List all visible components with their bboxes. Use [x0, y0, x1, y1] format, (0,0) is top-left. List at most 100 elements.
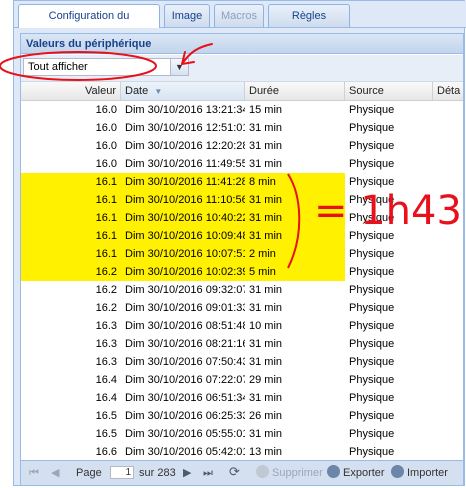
- cell-date: Dim 30/10/2016 06:51:34: [125, 392, 245, 404]
- cell-duration: 26 min: [249, 410, 283, 422]
- table-row[interactable]: 16.1 Dim 30/10/2016 10:40:22 31 min Physiqu…: [21, 209, 463, 227]
- table-row[interactable]: 16.3 Dim 30/10/2016 08:21:16 31 min Physiqu…: [21, 335, 463, 353]
- tab-associated-rules[interactable]: Règles associées: [268, 4, 350, 44]
- cell-duration: 31 min: [249, 338, 283, 350]
- tab-device-configuration[interactable]: Configuration du périphérique: [18, 4, 160, 44]
- page-number-input[interactable]: 1: [110, 466, 134, 479]
- table-row[interactable]: 16.0 Dim 30/10/2016 11:49:55 31 min Physiqu…: [21, 155, 463, 173]
- column-header-details[interactable]: Déta: [433, 82, 463, 100]
- table-row[interactable]: 16.4 Dim 30/10/2016 07:22:07 29 min Physiqu…: [21, 371, 463, 389]
- device-values-panel: Valeurs du périphérique Tout afficher ▼ …: [20, 33, 464, 485]
- cell-value: 16.2: [95, 302, 117, 314]
- cell-value: 16.1: [21, 191, 121, 209]
- cell-date: Dim 30/10/2016 07:22:07: [125, 374, 245, 386]
- table-row[interactable]: 16.0 Dim 30/10/2016 12:20:28 31 min Physiqu…: [21, 137, 463, 155]
- table-row[interactable]: 16.6 Dim 30/10/2016 05:42:01 13 min Physiqu…: [21, 443, 463, 460]
- cell-value: 16.3: [95, 320, 117, 332]
- cell-duration: 29 min: [249, 374, 283, 386]
- first-page-icon[interactable]: ⏮: [29, 465, 39, 481]
- filter-toolbar: Tout afficher ▼: [21, 55, 463, 82]
- cell-duration: 31 min: [249, 302, 283, 314]
- column-header-date-label: Date: [125, 85, 149, 97]
- previous-page-icon[interactable]: ◀: [51, 465, 59, 481]
- delete-label: Supprimer: [272, 467, 323, 479]
- filter-select[interactable]: Tout afficher ▼: [23, 58, 189, 76]
- cloud-import-icon: [391, 465, 404, 478]
- cell-duration: 31 min: [249, 284, 283, 296]
- cell-date: Dim 30/10/2016 10:40:22: [121, 209, 245, 227]
- cell-value: 16.3: [95, 356, 117, 368]
- table-row[interactable]: 16.3 Dim 30/10/2016 08:51:48 10 min Physiqu…: [21, 317, 463, 335]
- table-row[interactable]: 16.0 Dim 30/10/2016 12:51:01 31 min Physiqu…: [21, 119, 463, 137]
- cell-duration: 31 min: [249, 392, 283, 404]
- delete-icon: [256, 465, 269, 478]
- cell-date: Dim 30/10/2016 09:32:07: [125, 284, 245, 296]
- cell-value: 16.3: [95, 338, 117, 350]
- cell-value: 16.2: [95, 284, 117, 296]
- column-header-value[interactable]: Valeur: [21, 82, 121, 100]
- tab-image[interactable]: Image: [164, 4, 210, 27]
- cell-duration: 10 min: [249, 320, 283, 332]
- table-row[interactable]: 16.5 Dim 30/10/2016 06:25:33 26 min Physiqu…: [21, 407, 463, 425]
- table-row[interactable]: 16.2 Dim 30/10/2016 09:32:07 31 min Physiqu…: [21, 281, 463, 299]
- export-button[interactable]: Exporter: [327, 465, 385, 481]
- cell-source: Physique: [349, 320, 395, 332]
- last-page-icon[interactable]: ⏭: [203, 465, 213, 481]
- table-row[interactable]: 16.1 Dim 30/10/2016 11:10:56 31 min Physiqu…: [21, 191, 463, 209]
- table-row[interactable]: 16.1 Dim 30/10/2016 10:07:51 2 min Physique: [21, 245, 463, 263]
- cell-duration: 31 min: [249, 122, 283, 134]
- cell-source: Physique: [349, 140, 395, 152]
- refresh-icon[interactable]: ⟳: [229, 464, 240, 480]
- cell-date: Dim 30/10/2016 09:01:33: [125, 302, 245, 314]
- cell-duration: 13 min: [249, 446, 283, 458]
- cell-source: Physique: [349, 392, 395, 404]
- grid-header: Valeur Date ▼ Durée Source Déta: [21, 82, 463, 101]
- cell-value: 16.4: [95, 392, 117, 404]
- page-label: Page: [76, 467, 102, 479]
- cell-source: Physique: [349, 410, 395, 422]
- cell-source: Physique: [349, 338, 395, 350]
- table-row[interactable]: 16.2 Dim 30/10/2016 10:02:39 5 min Physique: [21, 263, 463, 281]
- cell-date: Dim 30/10/2016 07:50:43: [125, 356, 245, 368]
- cell-source: Physique: [349, 122, 395, 134]
- cell-duration: 31 min: [249, 356, 283, 368]
- cell-source: Physique: [349, 284, 395, 296]
- chevron-down-icon[interactable]: ▼: [170, 59, 188, 75]
- cell-value: 16.1: [21, 227, 121, 245]
- table-row[interactable]: 16.2 Dim 30/10/2016 09:01:33 31 min Physiqu…: [21, 299, 463, 317]
- import-label: Importer: [407, 467, 448, 479]
- cell-date: Dim 30/10/2016 05:55:01: [125, 428, 245, 440]
- cell-duration: 31 min: [245, 191, 345, 209]
- cell-duration: 31 min: [249, 158, 283, 170]
- column-header-duration[interactable]: Durée: [245, 82, 345, 100]
- cell-duration: 31 min: [249, 428, 283, 440]
- cell-source: Physique: [349, 302, 395, 314]
- grid-body: 16.0 Dim 30/10/2016 13:21:34 15 min Physiqu…: [21, 101, 463, 460]
- page-count: sur 283: [139, 467, 176, 479]
- cell-source: Physique: [349, 266, 395, 278]
- cell-source: Physique: [349, 374, 395, 386]
- cell-source: Physique: [349, 176, 395, 188]
- tab-bar: Configuration du périphérique Image Macr…: [14, 1, 466, 44]
- table-row[interactable]: 16.5 Dim 30/10/2016 05:55:01 31 min Physiqu…: [21, 425, 463, 443]
- cell-value: 16.4: [95, 374, 117, 386]
- next-page-icon[interactable]: ▶: [183, 465, 191, 481]
- cell-date: Dim 30/10/2016 11:10:56: [121, 191, 245, 209]
- device-window: Configuration du périphérique Image Macr…: [13, 0, 466, 486]
- column-header-date[interactable]: Date ▼: [121, 82, 245, 100]
- tab-macros[interactable]: Macros: [214, 4, 264, 27]
- cell-value: 16.2: [21, 263, 121, 281]
- table-row[interactable]: 16.1 Dim 30/10/2016 11:41:28 8 min Physique: [21, 173, 463, 191]
- delete-button[interactable]: Supprimer: [256, 465, 323, 481]
- table-row[interactable]: 16.3 Dim 30/10/2016 07:50:43 31 min Physiqu…: [21, 353, 463, 371]
- cell-source: Physique: [349, 356, 395, 368]
- cell-value: 16.5: [95, 428, 117, 440]
- table-row[interactable]: 16.1 Dim 30/10/2016 10:09:48 31 min Physiqu…: [21, 227, 463, 245]
- cell-value: 16.1: [21, 209, 121, 227]
- import-button[interactable]: Importer: [391, 465, 448, 481]
- table-row[interactable]: 16.4 Dim 30/10/2016 06:51:34 31 min Physiqu…: [21, 389, 463, 407]
- column-header-source[interactable]: Source: [345, 82, 433, 100]
- cell-value: 16.0: [95, 104, 117, 116]
- table-row[interactable]: 16.0 Dim 30/10/2016 13:21:34 15 min Physiqu…: [21, 101, 463, 119]
- filter-value: Tout afficher: [28, 61, 88, 73]
